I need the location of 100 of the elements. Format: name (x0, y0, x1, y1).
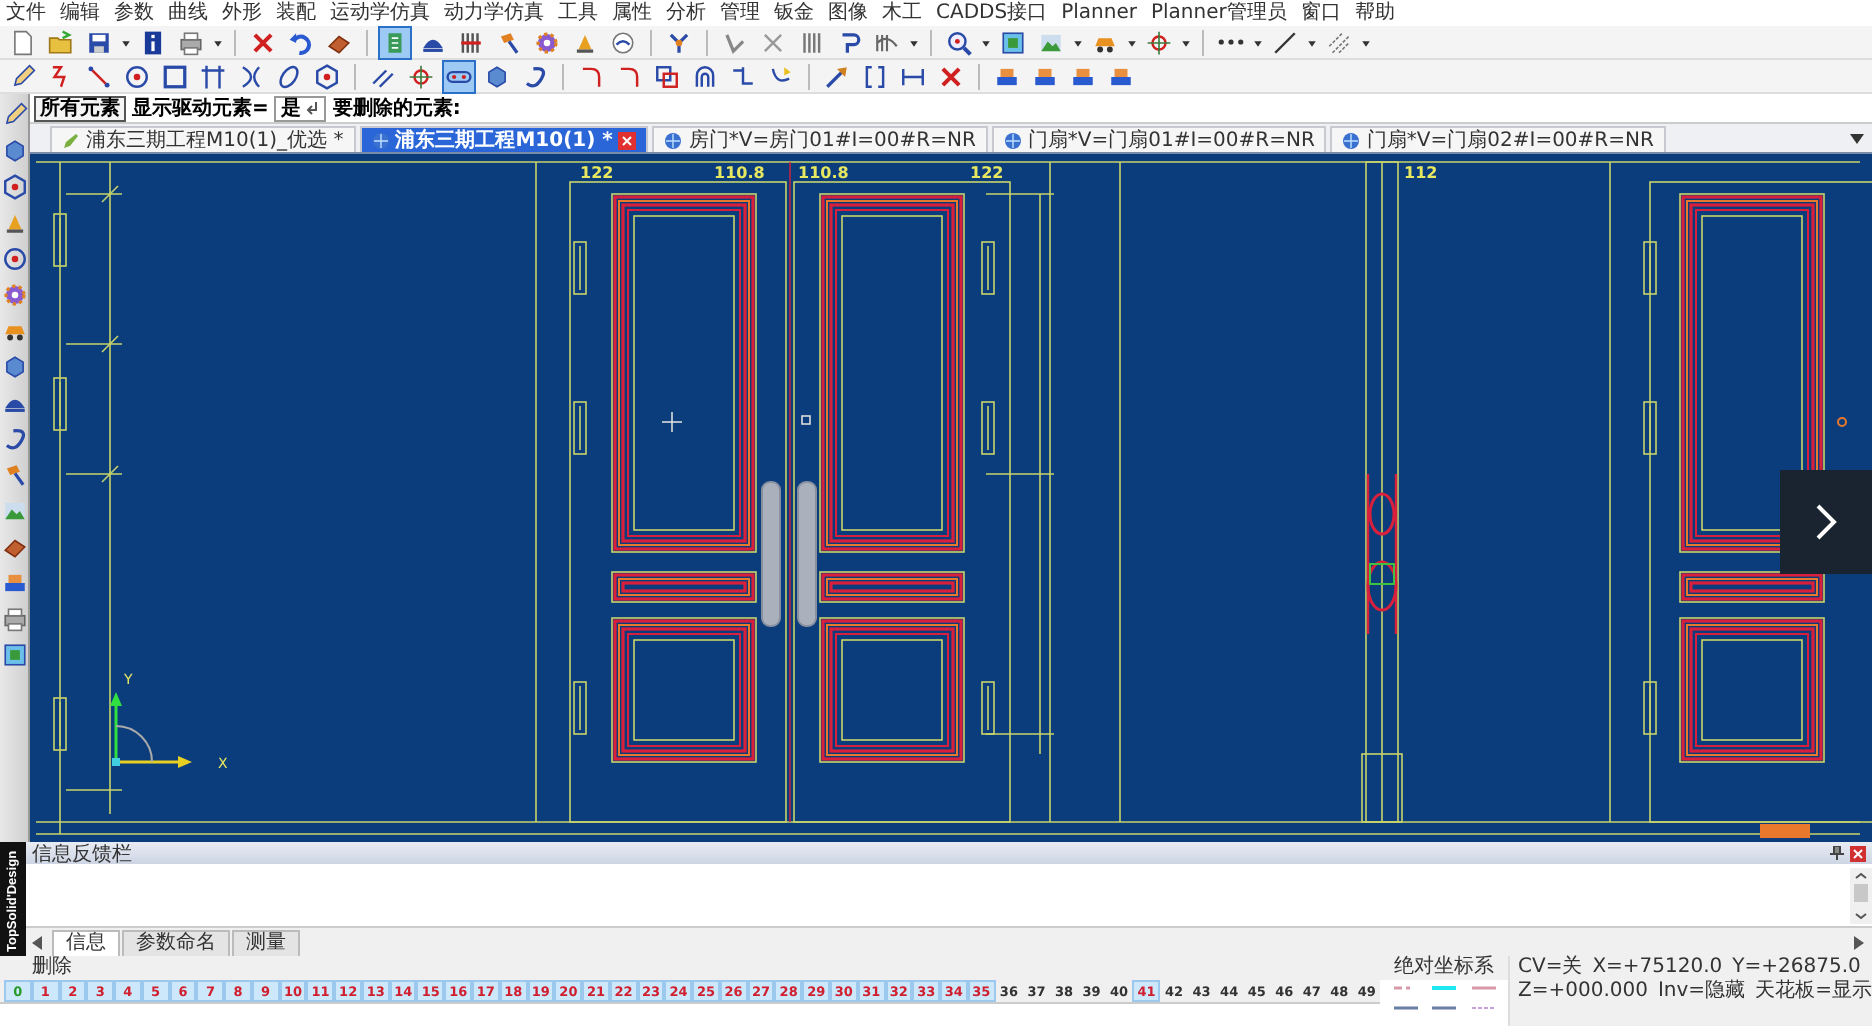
menu-item[interactable]: 木工 (882, 1, 922, 25)
stack-icon[interactable] (1, 570, 27, 596)
stack-icon (994, 63, 1020, 89)
menu-item[interactable]: 窗口 (1300, 1, 1341, 25)
axis-icon (110, 692, 192, 768)
menu-item[interactable]: CADDS接口 (936, 1, 1048, 25)
status-message: 删除 (0, 956, 1380, 980)
toolbar-button[interactable] (310, 59, 344, 93)
document-tab[interactable]: 门扇*V=门扇02#I=00#R=NR (1330, 126, 1666, 152)
menu-item[interactable]: 外形 (222, 1, 262, 25)
menu-item[interactable]: 分析 (666, 1, 706, 25)
pin-icon[interactable] (1830, 846, 1844, 860)
arc-icon (616, 63, 642, 89)
cube-icon[interactable] (1, 354, 27, 380)
circle-icon[interactable] (1, 246, 27, 272)
cross-icon (938, 63, 964, 89)
globe-icon (1342, 131, 1361, 149)
landscape-icon[interactable] (1, 498, 27, 524)
step-icon (730, 63, 756, 89)
dimension-label: 122 (970, 164, 1004, 182)
grid-icon (200, 63, 226, 89)
caret-icon[interactable] (1850, 133, 1864, 143)
coordinate-readout: X=+75120.0 (1592, 956, 1723, 980)
arch-icon (692, 63, 718, 89)
left-arrow-icon[interactable] (32, 935, 42, 949)
document-tab[interactable]: 浦东三期工程M10(1) * (359, 126, 649, 152)
coordinate-readout: 天花板=显示 (1755, 980, 1872, 1004)
bars-icon (458, 29, 484, 55)
menu-item[interactable]: 图像 (828, 1, 868, 25)
menu-item[interactable]: 文件 (6, 1, 46, 25)
dimension-label: 110.8 (798, 164, 849, 182)
coordinate-system-label: 绝对坐标系 (1380, 956, 1508, 980)
lines-icon (798, 29, 824, 55)
menu-item[interactable]: 属性 (612, 1, 652, 25)
overlap-icon (654, 63, 680, 89)
field-label: 显示驱动元素= (132, 95, 269, 122)
close-icon[interactable] (618, 131, 637, 149)
menu-item[interactable]: 曲线 (168, 1, 208, 25)
frame-icon[interactable] (1, 642, 27, 668)
measure-icon (900, 63, 926, 89)
menu-item[interactable]: 工具 (558, 1, 598, 25)
panel-tab[interactable]: 信息 (52, 930, 120, 956)
scale-bar (1760, 824, 1810, 838)
spiral-icon (522, 63, 548, 89)
coordinate-readout: Y=+26875.0 (1732, 956, 1861, 979)
document-tab[interactable]: 门扇*V=门扇01#I=00#R=NR (991, 126, 1327, 152)
panel-tab[interactable]: 参数命名 (122, 930, 230, 956)
scrollbar[interactable] (1850, 867, 1872, 923)
square-icon (162, 63, 188, 89)
target-icon (1146, 29, 1172, 55)
globe-icon (371, 131, 390, 149)
all-elements-button[interactable]: 所有元素 (34, 95, 126, 121)
pencil-icon (62, 131, 80, 149)
eraser-icon[interactable] (1, 534, 27, 560)
curve-icon (238, 63, 264, 89)
stack-icon (1108, 63, 1134, 89)
next-button[interactable] (1780, 470, 1872, 574)
hatch-icon (1326, 29, 1352, 55)
landscape-icon (1038, 29, 1064, 55)
coordinate-readout: CV=关 (1518, 956, 1583, 980)
menu-item[interactable]: 运动学仿真 (330, 1, 430, 25)
cross-icon (760, 29, 786, 55)
ellipse-icon (276, 63, 302, 89)
chevron-icon (1814, 502, 1838, 542)
cube-icon[interactable] (1, 138, 27, 164)
menu-item[interactable]: 动力学仿真 (444, 1, 544, 25)
coordinate-readout: Z=+000.000 (1518, 980, 1648, 1004)
bracket-icon (862, 63, 888, 89)
arrow-icon (824, 63, 850, 89)
pencil-icon[interactable] (1, 102, 27, 128)
menu-item[interactable]: 参数 (114, 1, 154, 25)
hexagon-icon (314, 63, 340, 89)
hammer-icon (496, 29, 522, 55)
close-icon[interactable] (1850, 845, 1866, 861)
hexagon-icon[interactable] (1, 174, 27, 200)
check-icon (722, 29, 748, 55)
gear-icon[interactable] (1, 282, 27, 308)
panel-title: 信息反馈栏 (32, 841, 132, 867)
menu-item[interactable]: 钣金 (774, 1, 814, 25)
document-tab[interactable]: 房门*V=房门01#I=00#R=NR (652, 126, 988, 152)
value-dropdown[interactable]: 是 (274, 95, 327, 121)
dimension-label: 110.8 (714, 164, 765, 182)
panel-tab[interactable]: 测量 (232, 930, 300, 956)
menu-item[interactable]: 管理 (720, 1, 760, 25)
spiral-icon[interactable] (1, 426, 27, 452)
printer-icon[interactable] (1, 606, 27, 632)
hammer-icon[interactable] (1, 462, 27, 488)
menu-item[interactable]: Planner管理员 (1150, 1, 1287, 25)
menu-item[interactable]: 编辑 (60, 1, 100, 25)
menu-item[interactable]: 帮助 (1354, 1, 1395, 25)
arc-icon (578, 63, 604, 89)
right-arrow-icon[interactable] (1854, 935, 1864, 949)
field-label: 要删除的元素: (332, 95, 461, 122)
toolbar-button[interactable] (442, 59, 476, 93)
globe-icon (1003, 131, 1022, 149)
menu-item[interactable]: 装配 (276, 1, 316, 25)
dimension-label: 122 (580, 164, 614, 182)
circle-icon (124, 63, 150, 89)
document-tab[interactable]: 浦东三期工程M10(1)_优选 * (50, 126, 356, 152)
menu-item[interactable]: Planner (1061, 1, 1137, 25)
